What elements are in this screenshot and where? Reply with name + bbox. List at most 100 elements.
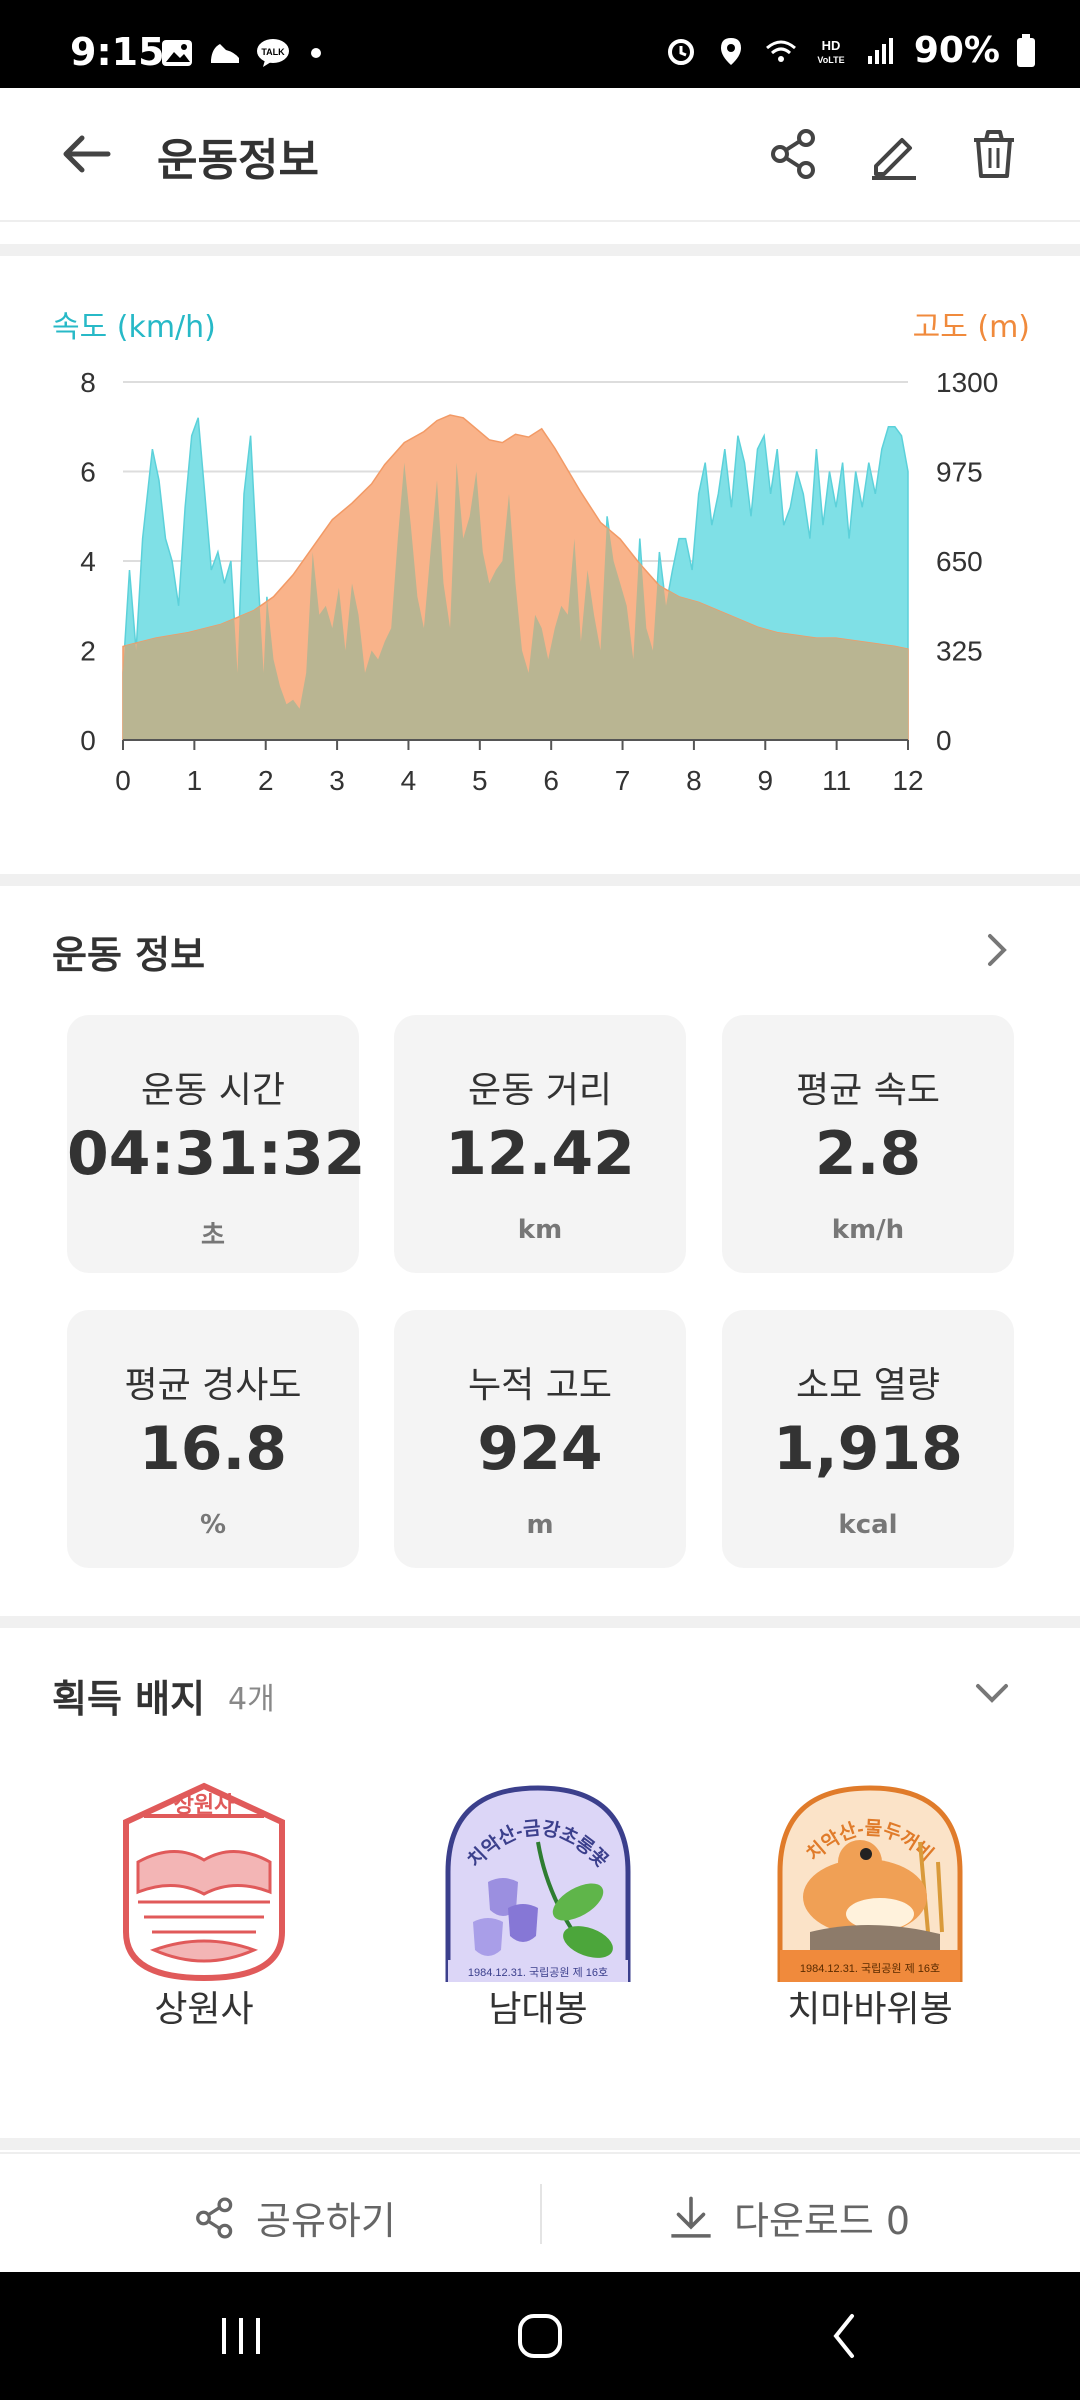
signal-icon xyxy=(867,37,893,64)
x-tick-label: 4 xyxy=(401,765,417,796)
status-bar: 9:15 TALK HD VoLTE 90% xyxy=(0,0,1080,88)
stat-label: 평균 경사도 xyxy=(124,1365,302,1406)
badge-name: 남대봉 xyxy=(488,1989,588,2030)
x-tick-label: 2 xyxy=(258,765,274,796)
stat-unit: 초 xyxy=(201,1221,225,1251)
stat-value: 04:31:32 xyxy=(67,1119,366,1189)
chevron-down-icon[interactable] xyxy=(970,1670,1014,1714)
y-right-tick-label: 325 xyxy=(936,636,983,667)
stat-card-elevation-gain: 누적 고도 924 m xyxy=(394,1310,686,1568)
speed-altitude-chart: 02468032565097513000 1 2 3 4 5 6 7 8 9 11 12 xyxy=(80,367,998,796)
download-label: 다운로드 0 xyxy=(734,2199,911,2243)
speed-axis-label: 속도 (km/h) xyxy=(52,310,216,345)
dot-icon xyxy=(311,48,321,58)
share-icon xyxy=(196,2196,233,2239)
svg-text:VoLTE: VoLTE xyxy=(817,55,844,65)
section-divider xyxy=(0,244,1080,256)
workout-section-title: 운동 정보 xyxy=(52,933,206,977)
location-icon xyxy=(720,37,741,65)
badge-count: 4개 xyxy=(228,1682,275,1717)
stat-card-duration: 운동 시간 04:31:32 초 xyxy=(67,1015,366,1273)
battery-text: 90% xyxy=(913,30,1000,71)
y-left-tick-label: 2 xyxy=(80,636,96,667)
svg-text:HD: HD xyxy=(821,38,840,53)
y-right-tick-label: 0 xyxy=(936,725,952,756)
share-label: 공유하기 xyxy=(256,2199,396,2243)
stat-value: 12.42 xyxy=(445,1119,635,1189)
svg-text:TALK: TALK xyxy=(261,47,285,57)
edit-icon[interactable] xyxy=(866,126,922,182)
status-time: 9:15 xyxy=(70,30,165,74)
chevron-right-icon[interactable] xyxy=(974,928,1018,972)
y-left-tick-label: 8 xyxy=(80,367,96,398)
y-left-tick-label: 6 xyxy=(80,457,96,488)
stat-card-avg-speed: 평균 속도 2.8 km/h xyxy=(722,1015,1014,1273)
badge-caption: 1984.12.31. 국립공원 제 16호 xyxy=(468,1966,608,1979)
stat-value: 16.8 xyxy=(138,1414,288,1484)
stat-card-distance: 운동 거리 12.42 km xyxy=(394,1015,686,1273)
gallery-icon xyxy=(162,40,192,66)
battery-icon xyxy=(1017,33,1035,67)
x-tick-label: 3 xyxy=(329,765,345,796)
talk-icon: TALK xyxy=(257,39,289,67)
stat-card-avg-slope: 평균 경사도 16.8 % xyxy=(67,1310,359,1568)
download-icon xyxy=(671,2196,711,2238)
stat-unit: km/h xyxy=(831,1215,905,1245)
recent-apps-icon[interactable] xyxy=(216,2312,266,2360)
stat-label: 소모 열량 xyxy=(796,1365,940,1406)
stat-value: 2.8 xyxy=(814,1119,922,1189)
back-nav-icon[interactable] xyxy=(826,2310,862,2362)
toad-badge-icon: 치악산-물두꺼비 1984.12.31. 국립공원 제 16호 xyxy=(777,1785,963,1982)
stat-label: 운동 시간 xyxy=(141,1070,285,1111)
x-tick-label: 11 xyxy=(822,765,851,796)
stat-value: 924 xyxy=(477,1414,603,1484)
bottom-action-bar: 공유하기 다운로드 0 xyxy=(0,2152,1080,2274)
bellflower-badge-icon: 치악산-금강초롱꽃 1984.12.31. 국립공원 제 16호 xyxy=(445,1785,631,1982)
wifi-icon xyxy=(765,40,796,62)
y-right-tick-label: 650 xyxy=(936,546,983,577)
y-left-tick-label: 4 xyxy=(80,546,96,577)
x-tick-label: 6 xyxy=(543,765,559,796)
trash-icon[interactable] xyxy=(966,126,1022,182)
x-tick-label: 1 xyxy=(187,765,203,796)
stat-unit: kcal xyxy=(838,1510,898,1540)
stat-label: 평균 속도 xyxy=(796,1070,940,1111)
y-left-tick-label: 0 xyxy=(80,725,96,756)
page-title: 운동정보 xyxy=(157,135,319,186)
alarm-icon xyxy=(667,38,694,65)
badge-name: 상원사 xyxy=(154,1989,254,2030)
action-divider xyxy=(540,2184,542,2244)
y-right-tick-label: 1300 xyxy=(936,367,998,398)
stat-label: 누적 고도 xyxy=(468,1365,612,1406)
home-icon[interactable] xyxy=(516,2310,564,2362)
x-tick-label: 5 xyxy=(472,765,488,796)
section-divider xyxy=(0,1616,1080,1628)
badge-seal-text: 상원사 xyxy=(174,1792,235,1817)
section-divider xyxy=(0,2138,1080,2150)
badges-section-title: 획득 배지 xyxy=(52,1677,206,1721)
x-tick-label: 9 xyxy=(757,765,773,796)
stat-value: 1,918 xyxy=(773,1414,963,1484)
badge-name: 치마바위봉 xyxy=(787,1989,953,2030)
back-arrow-icon[interactable] xyxy=(58,126,114,182)
download-button[interactable]: 다운로드 0 xyxy=(666,2190,910,2245)
stat-unit: % xyxy=(199,1510,227,1540)
stat-card-calories: 소모 열량 1,918 kcal xyxy=(722,1310,1014,1568)
altitude-axis-label: 고도 (m) xyxy=(912,310,1030,345)
sangwonsa-badge-icon: 상원사 xyxy=(123,1782,285,1982)
stat-unit: m xyxy=(526,1510,554,1540)
badge-caption: 1984.12.31. 국립공원 제 16호 xyxy=(800,1962,940,1975)
share-button[interactable]: 공유하기 xyxy=(192,2190,396,2245)
y-right-tick-label: 975 xyxy=(936,457,983,488)
stat-unit: km xyxy=(517,1215,563,1245)
section-divider xyxy=(0,874,1080,886)
stat-label: 운동 거리 xyxy=(468,1070,612,1111)
x-tick-label: 8 xyxy=(686,765,702,796)
hd-voice-icon: HD VoLTE xyxy=(817,38,844,65)
app-header: 운동정보 xyxy=(0,88,1080,222)
x-tick-label: 7 xyxy=(615,765,631,796)
shoe-icon xyxy=(211,44,239,63)
system-nav-bar xyxy=(0,2272,1080,2400)
share-icon[interactable] xyxy=(766,126,822,182)
x-tick-label: 0 xyxy=(115,765,131,796)
